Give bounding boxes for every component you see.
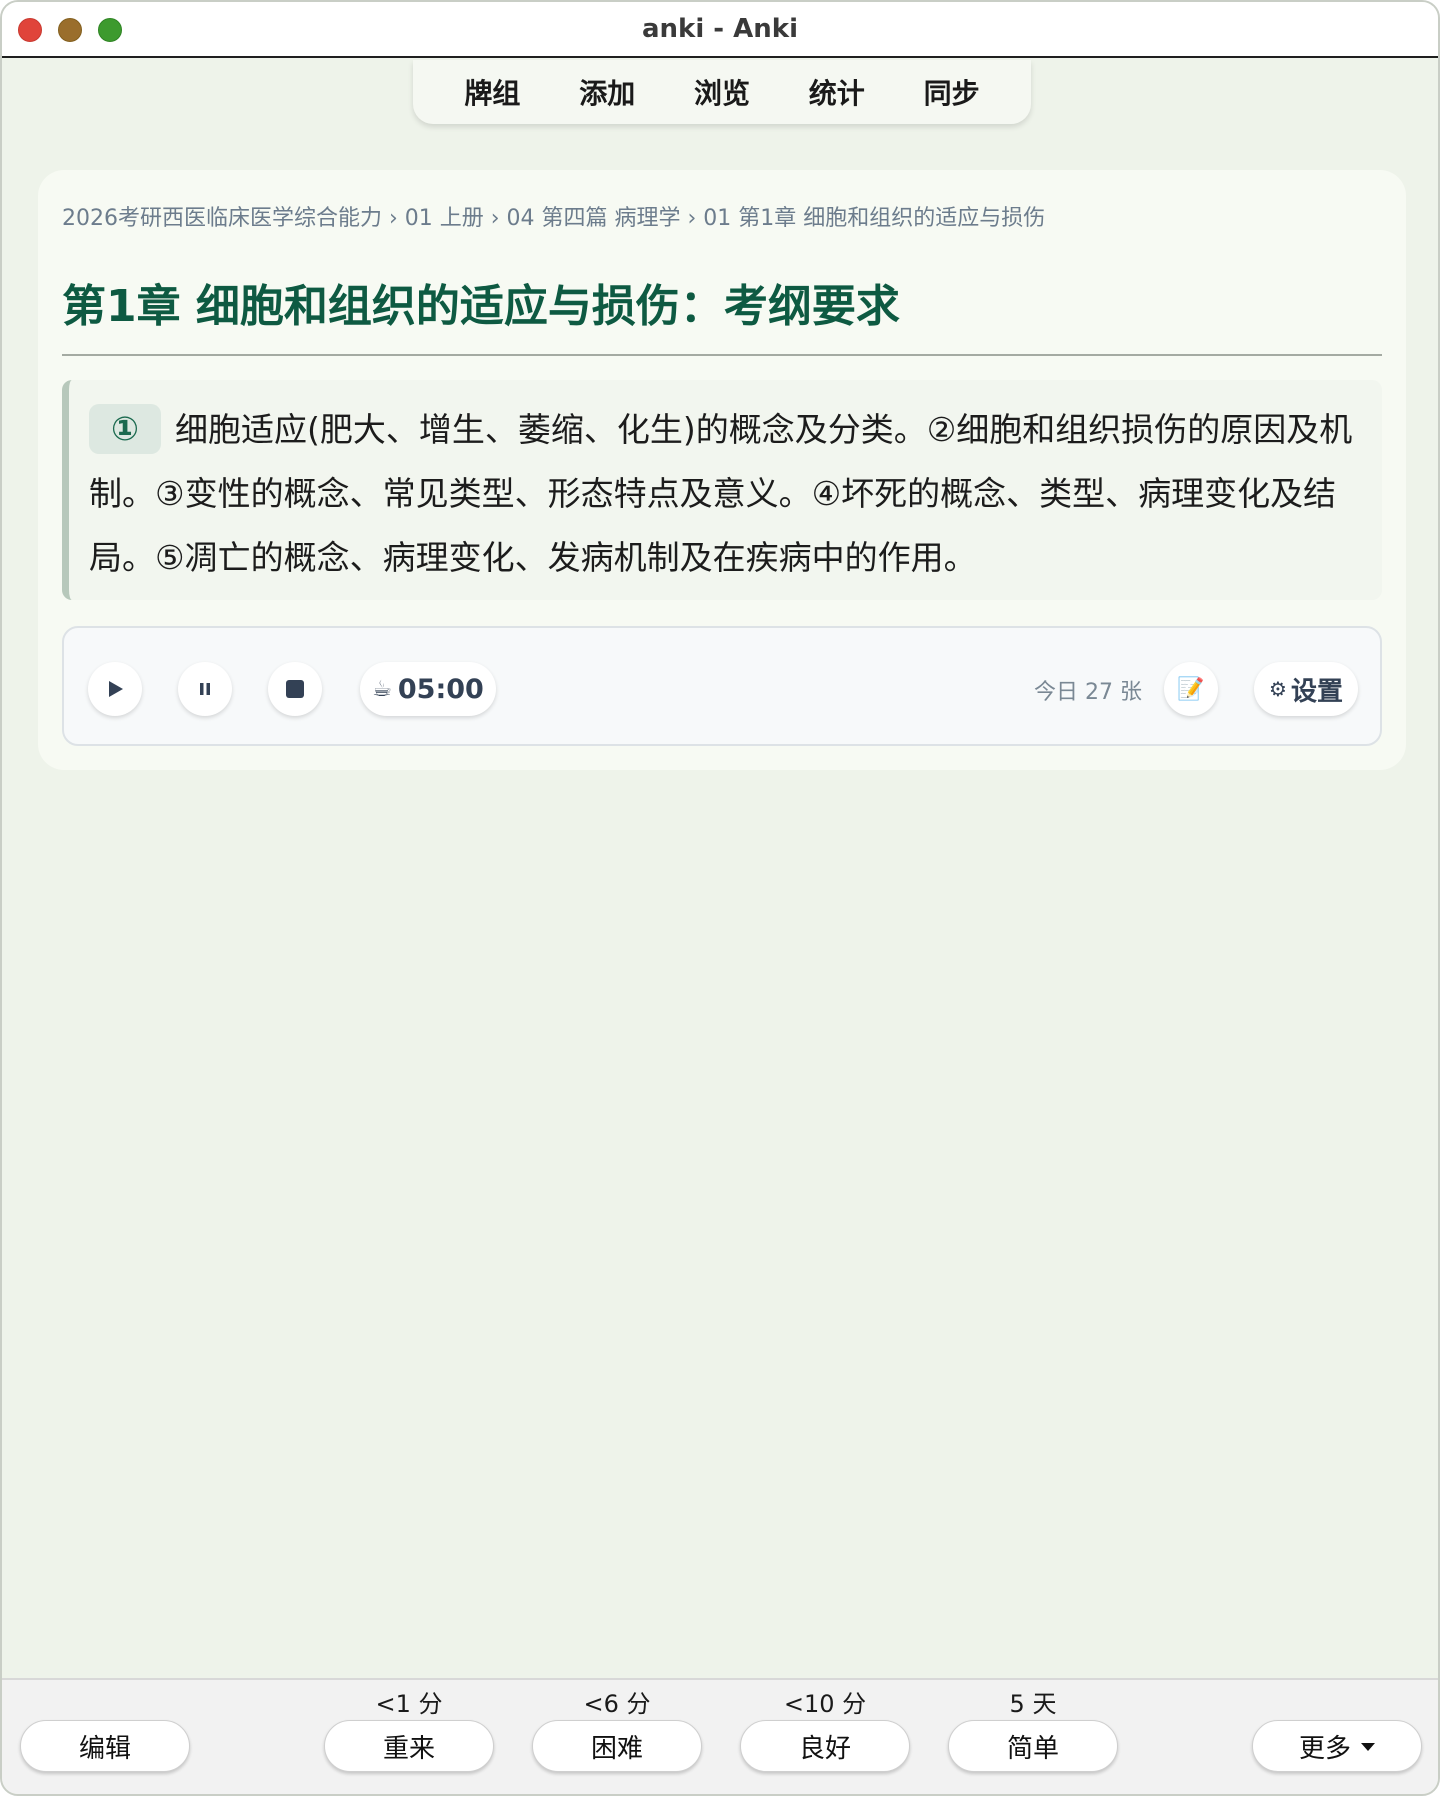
syllabus-block: ① 细胞适应(肥大、增生、萎缩、化生)的概念及分类。②细胞和组织损伤的原因及机制。… xyxy=(62,380,1382,600)
syllabus-text: 细胞适应(肥大、增生、萎缩、化生)的概念及分类。②细胞和组织损伤的原因及机制。③… xyxy=(89,410,1353,577)
pause-icon xyxy=(200,683,210,695)
title-bar: anki - Anki xyxy=(2,2,1438,58)
good-label: 良好 xyxy=(798,1733,851,1764)
breadcrumb: 2026考研西医临床医学综合能力 › 01 上册 › 04 第四篇 病理学 › … xyxy=(62,206,1046,231)
stop-icon xyxy=(286,680,304,698)
pause-button[interactable] xyxy=(178,662,232,716)
hard-label: 困难 xyxy=(590,1733,643,1764)
window-title: anki - Anki xyxy=(642,14,798,44)
title-divider xyxy=(62,354,1382,356)
hard-interval: <6 分 xyxy=(583,1690,651,1718)
timer-value: 05:00 xyxy=(397,673,484,705)
play-button[interactable] xyxy=(88,662,142,716)
menu-decks[interactable]: 牌组 xyxy=(464,72,520,112)
review-card: 2026考研西医临床医学综合能力 › 01 上册 › 04 第四篇 病理学 › … xyxy=(38,170,1406,770)
hard-button[interactable]: 困难 xyxy=(532,1720,702,1772)
settings-button[interactable]: ⚙ 设置 xyxy=(1254,662,1358,716)
easy-interval: 5 天 xyxy=(1009,1690,1057,1718)
menu-stats[interactable]: 统计 xyxy=(809,72,865,112)
menu-sync[interactable]: 同步 xyxy=(924,72,980,112)
again-interval: <1 分 xyxy=(375,1690,443,1718)
audio-player-bar: ☕ 05:00 今日 27 张 📝 ⚙ 设置 xyxy=(62,626,1382,746)
item-number-badge: ① xyxy=(89,403,161,454)
break-timer-button[interactable]: ☕ 05:00 xyxy=(360,662,496,716)
stop-button[interactable] xyxy=(268,662,322,716)
note-button[interactable]: 📝 xyxy=(1164,662,1218,716)
memo-icon: 📝 xyxy=(1177,676,1205,702)
card-title: 第1章 细胞和组织的适应与损伤：考纲要求 xyxy=(62,281,900,332)
more-button[interactable]: 更多 xyxy=(1252,1720,1422,1772)
easy-label: 简单 xyxy=(1006,1733,1059,1764)
today-count: 今日 27 张 xyxy=(1034,680,1142,705)
edit-label: 编辑 xyxy=(78,1733,131,1764)
menu-browse[interactable]: 浏览 xyxy=(694,72,750,112)
good-interval: <10 分 xyxy=(783,1690,867,1718)
caret-down-icon xyxy=(1361,1743,1375,1751)
play-icon xyxy=(109,681,123,697)
anki-window: anki - Anki 牌组 添加 浏览 统计 同步 2026考研西医临床医学综… xyxy=(0,0,1440,1796)
more-label: 更多 xyxy=(1298,1733,1351,1764)
edit-button[interactable]: 编辑 xyxy=(20,1720,190,1772)
gear-icon: ⚙ xyxy=(1269,677,1287,701)
top-menu: 牌组 添加 浏览 统计 同步 xyxy=(413,60,1031,124)
good-button[interactable]: 良好 xyxy=(740,1720,910,1772)
coffee-icon: ☕ xyxy=(372,676,392,702)
again-button[interactable]: 重来 xyxy=(324,1720,494,1772)
answer-bar: <1 分 <6 分 <10 分 5 天 编辑 重来 困难 良好 简单 更多 xyxy=(2,1678,1438,1794)
easy-button[interactable]: 简单 xyxy=(948,1720,1118,1772)
menu-add[interactable]: 添加 xyxy=(579,72,635,112)
again-label: 重来 xyxy=(382,1733,435,1764)
settings-label: 设置 xyxy=(1290,676,1343,707)
